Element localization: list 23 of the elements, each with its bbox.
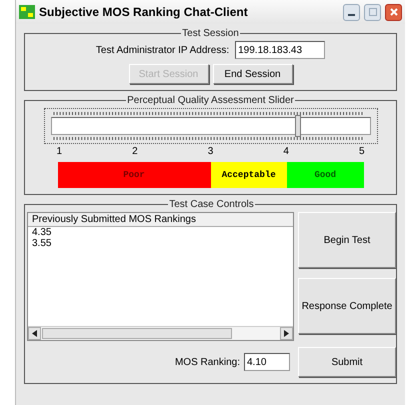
scale-label: 4 (283, 146, 289, 157)
mos-ranking-label: MOS Ranking: (174, 356, 240, 368)
end-session-button[interactable]: End Session (212, 64, 292, 84)
group-title: Test Case Controls (168, 199, 255, 210)
list-header: Previously Submitted MOS Rankings (28, 213, 293, 227)
mos-ranking-field[interactable]: 4.10 (244, 353, 290, 371)
scale-label: 3 (208, 146, 214, 157)
scale-label: 2 (132, 146, 138, 157)
ip-address-field[interactable]: 199.18.183.43 (235, 41, 326, 59)
ip-address-label: Test Administrator IP Address: (96, 44, 230, 56)
quality-zone: Acceptable (210, 162, 287, 188)
scale-label: 5 (358, 146, 364, 157)
window-title: Subjective MOS Ranking Chat-Client (39, 5, 249, 19)
submit-button[interactable]: Submit (298, 347, 396, 377)
ranking-item[interactable]: 3.55 (32, 238, 289, 249)
quality-zone: Poor (58, 162, 210, 188)
quality-zone: Good (287, 162, 364, 188)
response-complete-button[interactable]: Response Complete (298, 278, 396, 334)
ranking-item[interactable]: 4.35 (32, 227, 289, 238)
group-title: Test Session (181, 28, 240, 39)
scale-label: 1 (56, 146, 62, 157)
begin-test-button[interactable]: Begin Test (298, 212, 396, 268)
group-title: Perceptual Quality Assessment Slider (126, 95, 295, 106)
